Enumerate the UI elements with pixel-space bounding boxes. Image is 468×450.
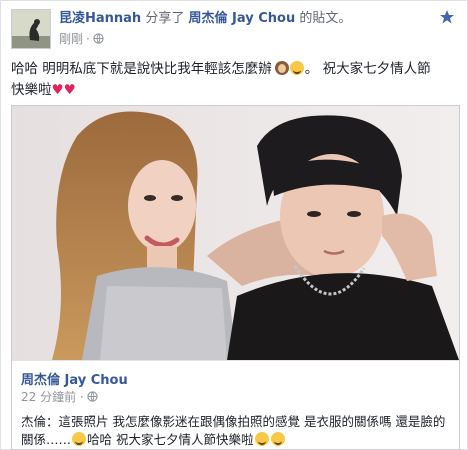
message-line1-end: 。 祝大家七夕情人節	[304, 61, 431, 77]
original-caption: 杰倫：這張照片 我怎麼像影迷在跟偶像拍照的感覺 是衣服的關係嗎 還是臉的關係………	[21, 413, 451, 449]
grin-emoji-icon	[72, 432, 87, 446]
original-meta: 22 分鐘前 ·	[21, 388, 98, 405]
original-author-link[interactable]: 周杰倫 Jay Chou	[21, 369, 128, 388]
caption-line2: 哈哈 祝大家七夕情人節快樂啦	[87, 432, 254, 447]
post-message: 哈哈 明明私底下就是說快比我年輕該怎麼辦 。 祝大家七夕情人節 快樂啦♥♥	[11, 59, 461, 101]
post-link-suffix[interactable]: 的貼文。	[299, 11, 351, 26]
heart-icon: ♥♥	[51, 82, 76, 98]
shared-from-link[interactable]: 周杰倫 Jay Chou	[189, 11, 296, 26]
message-line2: 快樂啦	[11, 82, 52, 98]
avatar[interactable]	[11, 9, 51, 49]
smile-emoji-icon	[289, 61, 304, 75]
globe-icon[interactable]	[93, 33, 104, 44]
shared-post[interactable]: 周杰倫 Jay Chou 22 分鐘前 · 杰倫：這張照片 我怎麼像影迷在跟偶像…	[11, 105, 460, 450]
timestamp[interactable]: 剛剛	[59, 30, 83, 47]
shared-post-card: 昆凌Hannah 分享了 周杰倫 Jay Chou 的貼文。 剛剛 · 哈哈 明…	[0, 0, 468, 450]
grin-emoji-icon	[270, 432, 285, 446]
grin-emoji-icon	[254, 432, 269, 446]
post-header: 昆凌Hannah 分享了 周杰倫 Jay Chou 的貼文。	[59, 11, 351, 27]
globe-icon	[87, 391, 98, 402]
original-timestamp[interactable]: 22 分鐘前 ·	[21, 388, 84, 405]
original-post: 周杰倫 Jay Chou 22 分鐘前 · 杰倫：這張照片 我怎麼像影迷在跟偶像…	[12, 360, 459, 449]
author-link[interactable]: 昆凌Hannah	[59, 11, 141, 26]
action-text: 分享了	[145, 11, 185, 26]
post-meta: 剛剛 ·	[59, 30, 104, 47]
person-emoji-icon	[274, 61, 289, 75]
profile-silhouette-icon	[12, 10, 50, 48]
couple-photo-image	[12, 106, 459, 360]
shared-photo[interactable]	[12, 106, 459, 360]
star-icon[interactable]	[439, 9, 455, 25]
message-line1: 哈哈 明明私底下就是說快比我年輕該怎麼辦	[11, 61, 272, 77]
